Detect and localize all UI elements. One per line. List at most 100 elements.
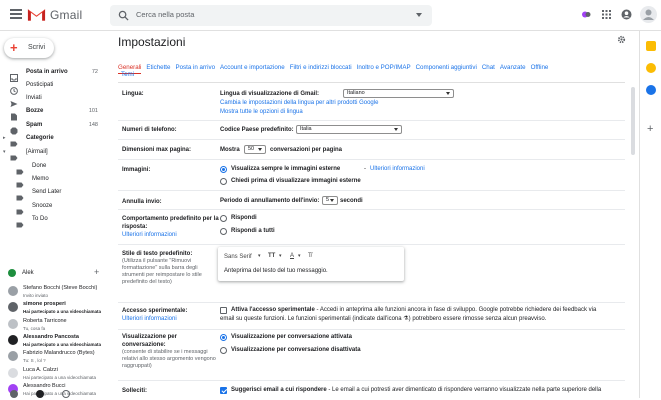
status-icon[interactable]	[581, 9, 592, 20]
tab-inoltro-e-pop-imap[interactable]: Inoltro e POP/IMAP	[357, 64, 411, 71]
avatar	[8, 334, 18, 345]
sidebar-item-posticipati[interactable]: Posticipati	[0, 80, 102, 95]
chat-contact-name: Roberta Tarricone	[23, 317, 67, 324]
scrollbar[interactable]	[631, 87, 635, 155]
sidebar-item-label: Categorie	[26, 135, 54, 141]
side-panel: +	[639, 31, 661, 398]
keep-icon[interactable]	[646, 63, 656, 73]
text-style-preview: Anteprima del testo del tuo messaggio.	[224, 268, 328, 274]
sidebar-item-inviati[interactable]: Inviati	[0, 93, 102, 107]
compose-button[interactable]: + Scrivi	[4, 38, 54, 58]
all-language-options-link[interactable]: Mostra tutte le opzioni di lingua	[220, 108, 303, 116]
sidebar-item-spam[interactable]: Spam 148	[0, 120, 102, 135]
sidebar-item-count: 148	[88, 122, 98, 128]
avatar	[8, 351, 18, 362]
chat-contact-name: Alessandro Pancosta	[23, 333, 79, 340]
conversation-note-1: (consente di stabilire se i messaggi	[122, 349, 208, 355]
nudges-checkbox[interactable]	[220, 387, 227, 394]
sidebar-item-send-later[interactable]: Send Later	[0, 187, 102, 201]
page-size-select[interactable]: 50	[244, 145, 266, 154]
size-chevron-icon[interactable]: ▾	[279, 252, 282, 260]
chat-contact[interactable]: simone prosperi Hai partecipato a una vid…	[0, 300, 104, 318]
sidebar-item-posta-in-arrivo[interactable]: Posta in arrivo 72	[0, 67, 102, 82]
presence-icon[interactable]	[8, 269, 16, 277]
gmail-logo[interactable]	[27, 7, 46, 22]
font-chevron-icon[interactable]: ▾	[258, 252, 261, 260]
sidebar-item-label: [Airmail]	[26, 149, 48, 155]
app-name: Gmail	[50, 8, 83, 22]
avatar	[8, 302, 18, 313]
tab-etichette[interactable]: Etichette	[146, 64, 170, 71]
font-size-icon[interactable]: TT	[268, 252, 275, 260]
text-style-label: Stile di testo predefinito: (Utilizza il…	[122, 250, 202, 286]
sidebar-item-label: Done	[32, 163, 47, 169]
hangouts-icon[interactable]	[36, 390, 44, 398]
clock-icon	[10, 82, 18, 95]
sidebar-item-done[interactable]: Done	[0, 161, 102, 175]
contacts-icon[interactable]	[10, 390, 18, 398]
gear-icon[interactable]	[617, 35, 626, 44]
avatar[interactable]	[640, 6, 657, 23]
language-select[interactable]: Italiano	[343, 89, 454, 98]
phone-icon[interactable]	[62, 390, 70, 398]
search-options-icon[interactable]	[416, 13, 422, 17]
account-icon[interactable]	[621, 9, 632, 20]
tab-account-e-importazione[interactable]: Account e importazione	[220, 64, 285, 71]
sidebar-item-snooze[interactable]: Snooze	[0, 201, 102, 215]
tab-avanzate[interactable]: Avanzate	[500, 64, 526, 71]
sidebar-item-airmail[interactable]: [Airmail] ▾	[0, 147, 102, 161]
tab-posta-in-arrivo[interactable]: Posta in arrivo	[175, 64, 215, 71]
search-icon[interactable]	[118, 10, 129, 21]
chat-contact[interactable]: Roberta Tarricone Tu, cosa fa	[0, 317, 104, 335]
sidebar-item-categorie[interactable]: Categorie ▸	[0, 133, 102, 147]
calendar-icon[interactable]	[646, 41, 656, 51]
chat-contact[interactable]: Fabrizio Malandrucco (Bytes) Tu: S , lol …	[0, 349, 104, 367]
chat-contact-name: simone prosperi	[23, 301, 66, 308]
color-chevron-icon[interactable]: ▾	[298, 252, 301, 260]
add-addon-icon[interactable]: +	[647, 124, 655, 135]
main-menu-icon[interactable]	[10, 9, 22, 19]
divider	[118, 209, 625, 210]
language-other-products-link[interactable]: Cambia le impostazioni della lingua per …	[220, 99, 378, 107]
experimental-info-link[interactable]: Ulteriori informazioni	[122, 315, 187, 323]
reply-all-option-label: Rispondi a tutti	[231, 228, 275, 234]
reply-all-radio[interactable]	[220, 228, 227, 235]
add-chat-icon[interactable]: +	[94, 267, 99, 277]
text-color-icon[interactable]: A	[290, 252, 294, 260]
undo-period-select[interactable]: 5	[322, 196, 338, 205]
experimental-checkbox[interactable]	[220, 307, 227, 314]
nudges-label: Solleciti:	[122, 388, 148, 394]
country-code-select[interactable]: Italia	[296, 125, 402, 134]
tab-componenti-aggiuntivi[interactable]: Componenti aggiuntivi	[416, 64, 477, 71]
tab-offline[interactable]: Offline	[531, 64, 549, 71]
reply-info-link[interactable]: Ulteriori informazioni	[122, 231, 219, 239]
search-input[interactable]: Cerca nella posta	[136, 10, 194, 19]
conversation-off-radio[interactable]	[220, 347, 227, 354]
chat-user-name[interactable]: Alek	[22, 270, 34, 276]
sidebar-item-bozze[interactable]: Bozze 101	[0, 106, 102, 121]
conversation-on-radio[interactable]	[220, 334, 227, 341]
chat-contact[interactable]: Luca A. Calzzi Hai partecipato a una vide…	[0, 366, 104, 384]
search-bar[interactable]: Cerca nella posta	[110, 5, 432, 26]
chat-header: Alek +	[6, 267, 104, 281]
font-family-select[interactable]: Sans Serif	[224, 253, 252, 261]
page-title: Impostazioni	[118, 35, 186, 49]
remove-formatting-icon[interactable]: T̸	[308, 252, 312, 260]
label-icon	[16, 189, 24, 201]
chat-contact[interactable]: Stefano Bocchi (Steve Bocchi) Invito invi…	[0, 284, 104, 302]
images-info-link[interactable]: Ulteriori informazioni	[370, 165, 425, 173]
sidebar-item-memo[interactable]: Memo	[0, 174, 102, 188]
apps-grid-icon[interactable]	[601, 9, 612, 20]
reply-radio[interactable]	[220, 215, 227, 222]
images-ask-radio[interactable]	[220, 178, 227, 185]
tab-filtri-e-indirizzi-bloccati[interactable]: Filtri e indirizzi bloccati	[290, 64, 352, 71]
expand-chevron-icon[interactable]: ▸	[3, 135, 6, 141]
tasks-icon[interactable]	[646, 85, 656, 95]
images-always-radio[interactable]	[220, 166, 227, 173]
sidebar-item-to-do[interactable]: To Do	[0, 214, 102, 228]
tab-themes[interactable]: Temi	[121, 71, 134, 78]
chat-contact[interactable]: Alessandro Pancosta Hai partecipato a una…	[0, 333, 104, 351]
expand-chevron-icon[interactable]: ▾	[3, 149, 6, 155]
tab-chat[interactable]: Chat	[482, 64, 495, 71]
images-label: Immagini:	[122, 167, 151, 173]
